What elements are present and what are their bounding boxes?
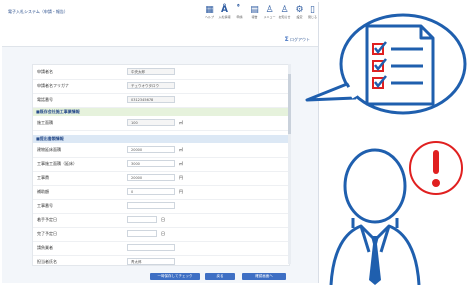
- alert-icon: [409, 141, 463, 195]
- date-input[interactable]: [127, 230, 157, 237]
- unit-label: ㎡: [179, 161, 183, 166]
- form-row: 電話番号 0312345678: [33, 93, 289, 108]
- readonly-field: 0312345678: [127, 96, 175, 103]
- field-label: 工事施工面積（延床）: [37, 161, 77, 166]
- form-row: 申請者名フリガナ チュウオウタロウ: [33, 79, 289, 94]
- unit-label: 円: [179, 189, 183, 194]
- application-window: 電子入札システム（申請・報告） ▦ ヘルプ Å 入札情報 ﾟ申請 ▤ 報告 ♙ メニュー…: [2, 2, 319, 283]
- app-header: 電子入札システム（申請・報告） ▦ ヘルプ Å 入札情報 ﾟ申請 ▤ 報告 ♙ メニュー…: [2, 2, 318, 47]
- people-icon: Å: [221, 5, 228, 15]
- form-row: 工事施工面積（延床） 3000 ㎡: [33, 157, 289, 172]
- text-input[interactable]: 0: [127, 188, 175, 195]
- date-input[interactable]: [127, 216, 157, 223]
- form-row: 工事番号: [33, 199, 289, 214]
- text-input[interactable]: [127, 202, 175, 209]
- form-row: 完了予定日 日: [33, 227, 289, 242]
- readonly-field: 中央太郎: [127, 68, 175, 75]
- form-row: 申請者名 中央太郎: [33, 65, 289, 80]
- field-label: 工事費: [37, 175, 49, 180]
- temp-save-button[interactable]: 一時保存してチェック: [150, 273, 200, 280]
- form-row: 建物延床面積 20000 ㎡: [33, 143, 289, 158]
- unit-label: ㎡: [179, 120, 183, 125]
- readonly-field: 100: [127, 119, 175, 126]
- app-title: 電子入札システム（申請・報告）: [8, 9, 68, 14]
- toolbar-item-1[interactable]: ▦ ヘルプ: [202, 6, 217, 23]
- field-label: 電話番号: [37, 97, 53, 102]
- field-label: 申請者名フリガナ: [37, 83, 69, 88]
- toolbar-item-5[interactable]: ♙ メニュー: [262, 6, 277, 23]
- unit-label: ㎡: [179, 147, 183, 152]
- scrollbar-thumb[interactable]: [288, 74, 291, 134]
- field-label: 補助額: [37, 189, 49, 194]
- form-row: 工事費 20000 円: [33, 171, 289, 186]
- toolbar-item-3[interactable]: ﾟ申請: [232, 6, 247, 23]
- logout-icon: Σ: [284, 36, 289, 43]
- field-label: 申請者名: [37, 69, 53, 74]
- text-input[interactable]: 20000: [127, 146, 175, 153]
- section-header-documents: ■提出書類情報: [33, 135, 289, 143]
- field-label: 着手予定日: [37, 217, 57, 222]
- back-button[interactable]: 戻る: [205, 273, 235, 280]
- checklist-speech-bubble-icon: [305, 13, 467, 115]
- field-label: 請負業者: [37, 245, 53, 250]
- field-label: 完了予定日: [37, 231, 57, 236]
- toolbar-item-2[interactable]: Å 入札情報: [217, 6, 232, 23]
- form-row: 着手予定日 日: [33, 213, 289, 228]
- form-row: 担当者氏名 青太郎: [33, 255, 289, 265]
- document-icon: ▤: [250, 5, 259, 15]
- toolbar-item-4[interactable]: ▤ 報告: [247, 6, 262, 23]
- readonly-field: チュウオウタロウ: [127, 82, 175, 89]
- person-icon: ♙: [265, 5, 274, 15]
- text-input[interactable]: 3000: [127, 160, 175, 167]
- form-scrollbar[interactable]: [288, 64, 291, 264]
- unit-label: 円: [179, 175, 183, 180]
- text-input[interactable]: 青太郎: [127, 258, 175, 265]
- form-row: 補助額 0 円: [33, 185, 289, 200]
- form-panel: 申請者名 中央太郎 申請者名フリガナ チュウオウタロウ 電話番号 0312345…: [32, 64, 290, 266]
- person-icon: ♙: [280, 5, 289, 15]
- text-input[interactable]: [127, 244, 175, 251]
- calendar-icon[interactable]: 日: [161, 217, 165, 223]
- section-header-existing: ■既存会社施工事業情報: [33, 108, 289, 116]
- toolbar-item-6[interactable]: ♙ お知らせ: [277, 6, 292, 23]
- next-button[interactable]: 確認画面へ: [242, 273, 286, 280]
- field-label: 担当者氏名: [37, 259, 57, 264]
- document-icon: ▦: [205, 5, 214, 15]
- field-label: 工事番号: [37, 203, 53, 208]
- field-label: 建物延床面積: [37, 147, 61, 152]
- text-input[interactable]: 20000: [127, 174, 175, 181]
- field-label: 施工面積: [37, 120, 53, 125]
- calendar-icon[interactable]: 日: [161, 231, 165, 237]
- people-icon: ﾟ: [237, 5, 242, 15]
- form-row: 施工面積 100 ㎡: [33, 116, 289, 131]
- form-row: 請負業者: [33, 241, 289, 256]
